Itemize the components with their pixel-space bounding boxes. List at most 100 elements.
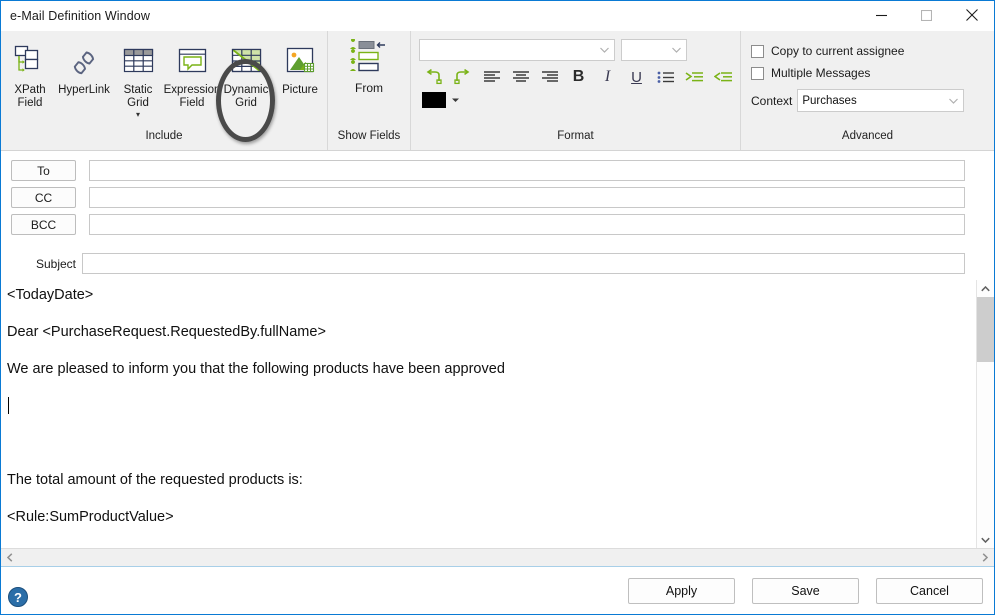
context-value: Purchases xyxy=(802,94,857,107)
italic-button[interactable]: I xyxy=(593,64,622,90)
xpath-field-icon xyxy=(13,40,47,82)
body-editor-area: <TodayDate> Dear <PurchaseRequest.Reques… xyxy=(1,280,994,548)
dynamic-grid-button[interactable]: Dynamic Grid xyxy=(219,37,273,110)
font-size-select[interactable] xyxy=(621,39,687,61)
static-grid-button[interactable]: Static Grid ▾ xyxy=(111,37,165,119)
align-center-button[interactable] xyxy=(506,64,535,90)
vertical-scroll-thumb[interactable] xyxy=(977,297,994,362)
expression-field-label: Expression Field xyxy=(163,84,221,109)
dynamic-grid-label: Dynamic Grid xyxy=(223,84,269,109)
hyperlink-label: HyperLink xyxy=(58,84,110,96)
apply-button[interactable]: Apply xyxy=(628,577,735,604)
hyperlink-button[interactable]: HyperLink xyxy=(57,37,111,97)
context-row: Context Purchases xyxy=(751,89,965,112)
ribbon-group-show-fields-label: Show Fields xyxy=(337,130,401,142)
undo-button[interactable] xyxy=(419,64,448,90)
scroll-right-icon[interactable] xyxy=(976,549,994,566)
static-grid-icon xyxy=(122,40,155,82)
to-input[interactable] xyxy=(89,160,965,181)
text-color-dropdown-caret[interactable] xyxy=(446,97,464,103)
expression-field-button[interactable]: Expression Field xyxy=(163,37,221,110)
hyperlink-icon xyxy=(68,40,100,82)
xpath-field-label: XPath Field xyxy=(14,84,46,109)
bcc-input[interactable] xyxy=(89,214,965,235)
footer-buttons: Apply Save Cancel xyxy=(628,577,983,604)
static-grid-label: Static Grid xyxy=(123,84,153,109)
underline-button[interactable]: U xyxy=(622,64,651,90)
chevron-down-icon xyxy=(596,47,612,53)
footer-bar: ? Apply Save Cancel xyxy=(1,567,994,614)
ribbon-group-format: B I U Format xyxy=(410,31,740,150)
body-editor[interactable]: <TodayDate> Dear <PurchaseRequest.Reques… xyxy=(1,280,976,548)
title-bar: e-Mail Definition Window xyxy=(1,1,994,31)
align-left-button[interactable] xyxy=(477,64,506,90)
bullet-list-button[interactable] xyxy=(651,64,680,90)
dynamic-grid-icon xyxy=(230,40,263,82)
body-vertical-scrollbar[interactable] xyxy=(976,280,994,548)
subject-label: Subject xyxy=(35,256,76,271)
text-color-button[interactable] xyxy=(422,92,446,108)
body-horizontal-scrollbar[interactable] xyxy=(1,548,994,567)
cancel-button[interactable]: Cancel xyxy=(876,577,983,604)
maximize-button[interactable] xyxy=(904,1,949,30)
multiple-messages-row[interactable]: Multiple Messages xyxy=(751,63,870,83)
cc-row: CC xyxy=(1,187,994,208)
subject-row: Subject xyxy=(1,253,994,274)
multiple-messages-label: Multiple Messages xyxy=(771,66,871,80)
context-select[interactable]: Purchases xyxy=(797,89,965,112)
body-line-approval: We are pleased to inform you that the fo… xyxy=(7,361,505,377)
bold-button[interactable]: B xyxy=(564,64,593,90)
cc-button[interactable]: CC xyxy=(11,187,76,208)
body-line-total-amount: The total amount of the requested produc… xyxy=(7,472,303,488)
picture-label: Picture xyxy=(282,84,318,96)
font-family-select[interactable] xyxy=(419,39,615,61)
static-grid-dropdown-caret[interactable]: ▾ xyxy=(136,111,140,119)
copy-to-current-assignee-row[interactable]: Copy to current assignee xyxy=(751,41,904,61)
address-fields-section: To CC BCC Subject xyxy=(1,151,994,280)
body-line-sum-rule: <Rule:SumProductValue> xyxy=(7,509,174,525)
picture-button[interactable]: Picture xyxy=(273,37,327,97)
indent-decrease-button[interactable] xyxy=(709,64,738,90)
chevron-down-icon xyxy=(945,98,961,104)
from-fields-icon xyxy=(347,38,391,78)
copy-to-current-assignee-label: Copy to current assignee xyxy=(771,44,905,58)
indent-increase-button[interactable] xyxy=(680,64,709,90)
ribbon-group-advanced-label: Advanced xyxy=(841,130,894,142)
ribbon-group-format-label: Format xyxy=(557,130,594,142)
multiple-messages-checkbox[interactable] xyxy=(751,66,764,80)
subject-input[interactable] xyxy=(82,253,965,274)
minimize-button[interactable] xyxy=(859,1,904,30)
bcc-row: BCC xyxy=(1,214,994,235)
help-icon[interactable]: ? xyxy=(7,586,29,608)
vertical-scroll-track[interactable] xyxy=(977,297,994,531)
save-button[interactable]: Save xyxy=(752,577,859,604)
ribbon-group-advanced: Copy to current assignee Multiple Messag… xyxy=(740,31,994,150)
chevron-down-icon xyxy=(668,47,684,53)
body-blank-space xyxy=(7,433,966,471)
copy-to-current-assignee-checkbox[interactable] xyxy=(751,44,764,58)
email-definition-window: e-Mail Definition Window XPath Field Hyp… xyxy=(0,0,995,615)
ribbon-group-include: XPath Field HyperLink Static Grid ▾ Expr… xyxy=(1,31,327,150)
scroll-left-icon[interactable] xyxy=(1,549,19,566)
align-right-button[interactable] xyxy=(535,64,564,90)
close-button[interactable] xyxy=(949,1,994,30)
scroll-down-icon[interactable] xyxy=(977,531,994,548)
text-caret xyxy=(8,397,9,414)
ribbon-toolbar: XPath Field HyperLink Static Grid ▾ Expr… xyxy=(1,31,994,151)
ribbon-group-show-fields: From Show Fields xyxy=(327,31,410,150)
body-line-greeting: Dear <PurchaseRequest.RequestedBy.fullNa… xyxy=(7,324,326,340)
ribbon-group-include-label: Include xyxy=(145,130,183,142)
cc-input[interactable] xyxy=(89,187,965,208)
window-controls xyxy=(859,1,994,31)
redo-button[interactable] xyxy=(448,64,477,90)
from-label: From xyxy=(355,81,383,95)
svg-text:?: ? xyxy=(14,590,22,605)
bcc-button[interactable]: BCC xyxy=(11,214,76,235)
body-line-today-date: <TodayDate> xyxy=(7,287,94,303)
to-button[interactable]: To xyxy=(11,160,76,181)
picture-icon xyxy=(284,40,317,82)
scroll-up-icon[interactable] xyxy=(977,280,994,297)
from-button[interactable]: From xyxy=(347,38,391,95)
xpath-field-button[interactable]: XPath Field xyxy=(3,37,57,110)
expression-field-icon xyxy=(176,40,209,82)
